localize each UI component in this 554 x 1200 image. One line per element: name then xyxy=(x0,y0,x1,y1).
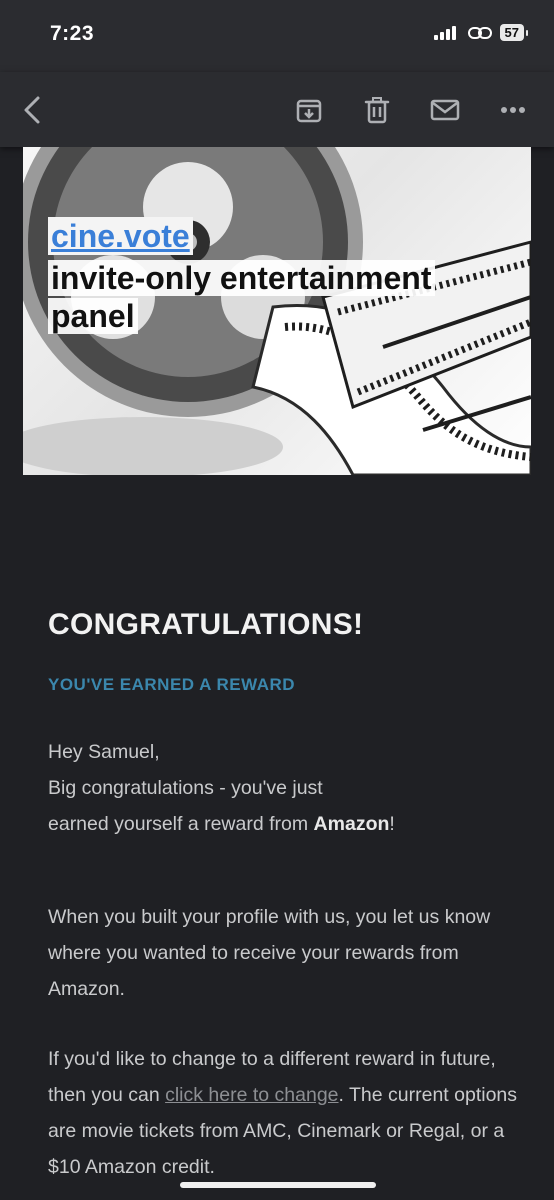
mark-unread-button[interactable] xyxy=(427,92,463,128)
hero-banner: cine.vote invite-only entertainment pane… xyxy=(23,147,531,475)
battery-indicator: 57 xyxy=(499,24,529,41)
profile-paragraph: When you built your profile with us, you… xyxy=(48,906,491,1000)
hero-title: invite-only entertainment panel xyxy=(48,259,518,335)
status-bar: 7:23 57 xyxy=(0,0,554,72)
status-time: 7:23 xyxy=(50,22,95,45)
intro-punctuation: ! xyxy=(389,813,395,835)
link-icon xyxy=(467,26,492,39)
more-button[interactable] xyxy=(495,92,531,128)
change-paragraph: If you'd like to change to a different r… xyxy=(48,1041,518,1185)
intro-line-1: Big congratulations - you've just xyxy=(48,777,323,799)
archive-icon xyxy=(296,99,322,123)
cine-vote-link[interactable]: cine.vote xyxy=(48,217,193,255)
hero-title-text: invite-only entertainment panel xyxy=(48,260,435,334)
intro-line-2: earned yourself a reward from Amazon! xyxy=(48,806,518,842)
congratulations-heading: CONGRATULATIONS! xyxy=(48,608,364,641)
greeting-line: Hey Samuel, xyxy=(48,741,160,763)
reward-subheading: YOU'VE EARNED A REWARD xyxy=(48,675,296,694)
back-icon xyxy=(24,96,40,124)
intro-text: earned yourself a reward from xyxy=(48,813,314,835)
trash-button[interactable] xyxy=(359,92,395,128)
mail-toolbar xyxy=(0,72,554,147)
back-button[interactable] xyxy=(14,92,50,128)
home-indicator[interactable] xyxy=(180,1182,376,1188)
status-icons: 57 xyxy=(433,24,529,41)
signal-icon xyxy=(433,25,456,40)
more-icon xyxy=(501,107,525,113)
change-reward-link[interactable]: click here to change xyxy=(165,1084,338,1106)
mail-icon xyxy=(430,99,460,121)
greeting-paragraph: Hey Samuel, Big congratulations - you've… xyxy=(48,734,518,842)
archive-button[interactable] xyxy=(291,92,327,128)
intro-brand: Amazon xyxy=(313,813,390,835)
trash-icon xyxy=(364,97,390,124)
